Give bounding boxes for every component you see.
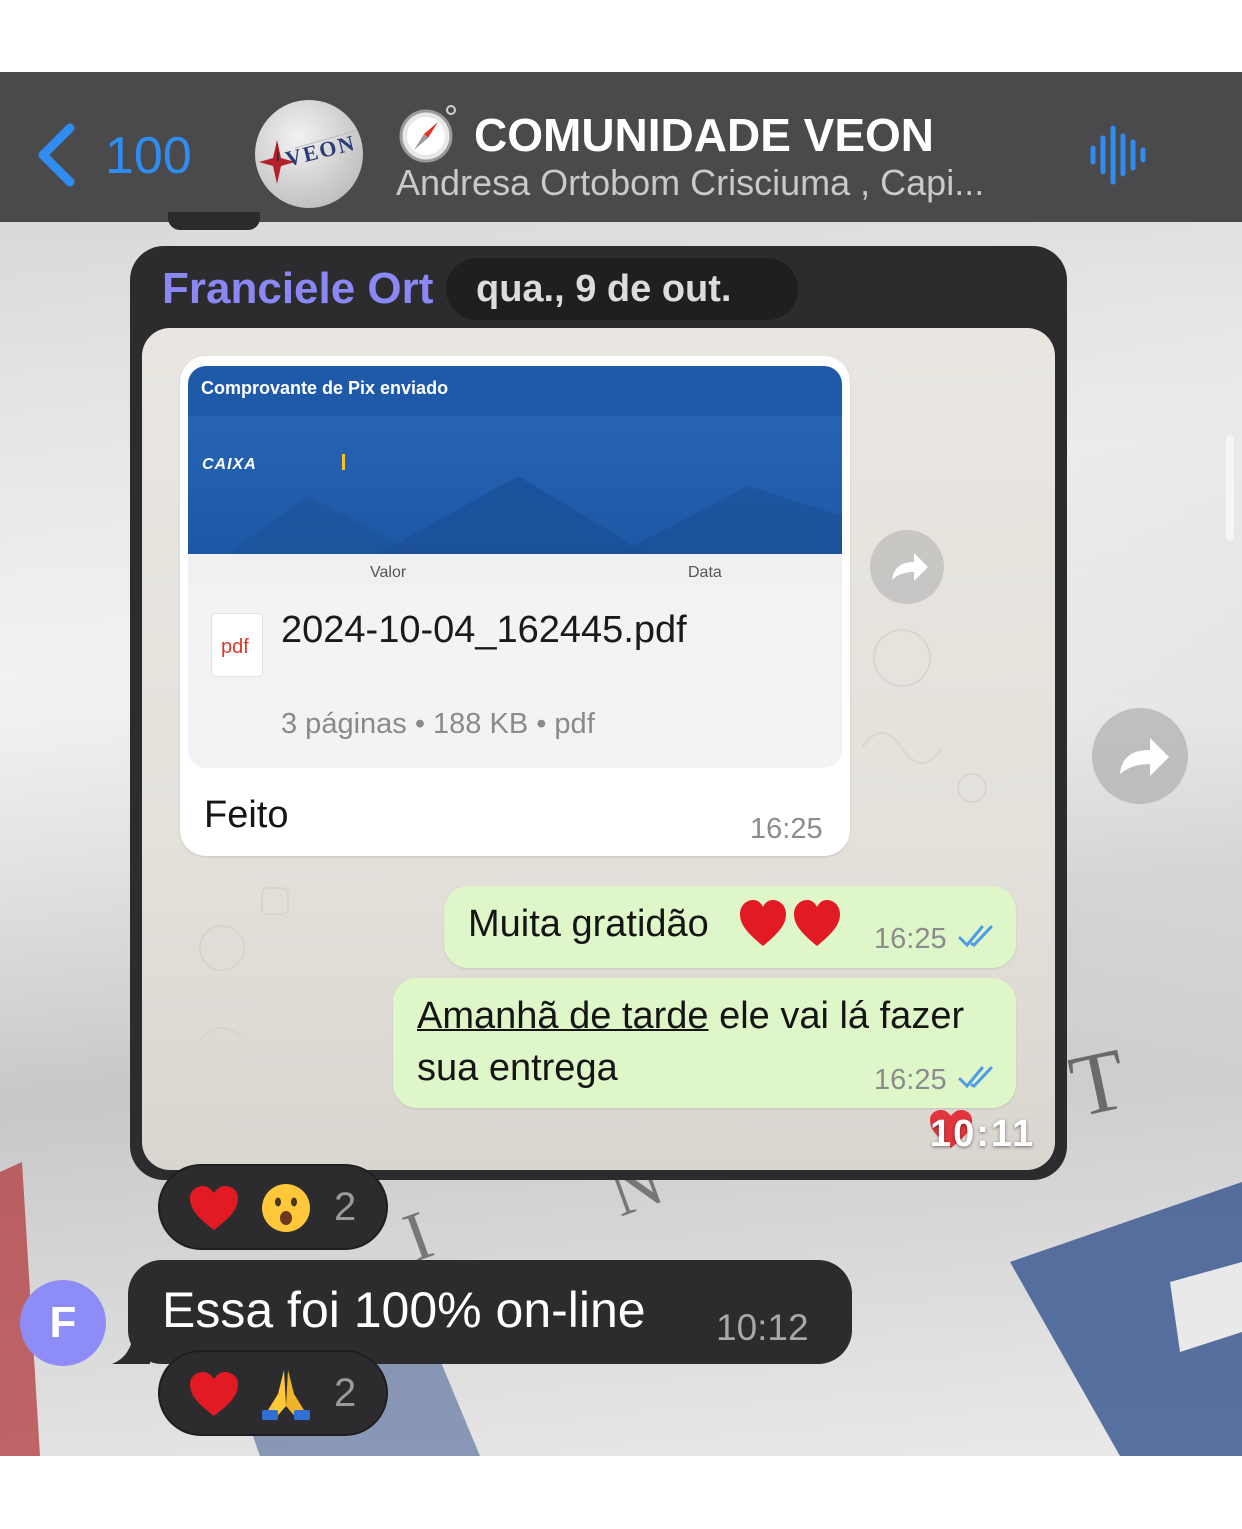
heart-emojis [738, 898, 848, 955]
file-meta: 3 páginas • 188 KB • pdf [281, 708, 595, 740]
compass-icon [399, 105, 456, 163]
forward-arrow-icon [1120, 738, 1169, 776]
preview-accent-mark [342, 454, 345, 470]
document-caption: Feito [204, 794, 289, 836]
red-heart-icon [190, 1372, 238, 1416]
incoming-message-text: Essa foi 100% on-line [162, 1282, 646, 1338]
read-receipt-icon [958, 1066, 993, 1089]
outgoing-timestamp: 16:25 [874, 923, 947, 955]
chat-title[interactable]: COMUNIDADE VEON [474, 108, 934, 162]
screenshot-overlay-time: 10:11 [930, 1113, 1036, 1155]
read-receipt-icon [958, 925, 993, 948]
underlined-phrase[interactable]: Amanhã de tarde [417, 995, 709, 1037]
back-chevron-icon[interactable] [34, 122, 78, 188]
surprised-face-icon [262, 1184, 310, 1232]
voice-chat-icon[interactable] [1088, 122, 1150, 188]
forward-arrow-icon [892, 553, 928, 581]
reactions-bar[interactable]: 2 [160, 1166, 386, 1248]
previous-message-edge [168, 212, 260, 230]
document-timestamp: 16:25 [750, 813, 823, 845]
incoming-timestamp: 10:12 [716, 1307, 809, 1348]
reaction-count: 2 [334, 1185, 357, 1229]
preview-banner [188, 416, 842, 554]
preview-title: Comprovante de Pix enviado [201, 378, 449, 398]
preview-column-date: Data [688, 564, 722, 581]
date-chip: qua., 9 de out. [446, 258, 798, 320]
quoted-sender-name: Franciele Ort [162, 264, 434, 313]
group-avatar[interactable]: VEON [255, 100, 363, 208]
red-heart-icon [740, 900, 840, 946]
bank-logo: CAIXA [202, 456, 257, 473]
preview-banner-graphic [228, 476, 842, 554]
file-name: 2024-10-04_162445.pdf [281, 609, 687, 651]
forward-button-inner[interactable] [870, 530, 944, 604]
chat-members-subtitle[interactable]: Andresa Ortobom Crisciuma , Capi... [396, 162, 984, 204]
outgoing-message-text: Muita gratidão [468, 903, 709, 945]
reaction-count: 2 [334, 1371, 357, 1415]
svg-text:T: T [1062, 1031, 1135, 1137]
forward-button[interactable] [1092, 708, 1188, 804]
red-heart-icon [190, 1186, 238, 1230]
scroll-indicator[interactable] [1226, 435, 1234, 541]
preview-column-value: Valor [370, 564, 407, 581]
back-unread-count[interactable]: 100 [105, 126, 192, 186]
folded-hands-icon [262, 1370, 310, 1420]
outgoing-timestamp: 16:25 [874, 1064, 947, 1096]
pdf-file-icon-label: pdf [221, 636, 249, 658]
document-preview[interactable]: Comprovante de Pix enviado CAIXA Valor D… [188, 366, 842, 584]
reactions-bar[interactable]: 2 [160, 1352, 386, 1434]
sender-avatar[interactable]: F [20, 1280, 106, 1366]
